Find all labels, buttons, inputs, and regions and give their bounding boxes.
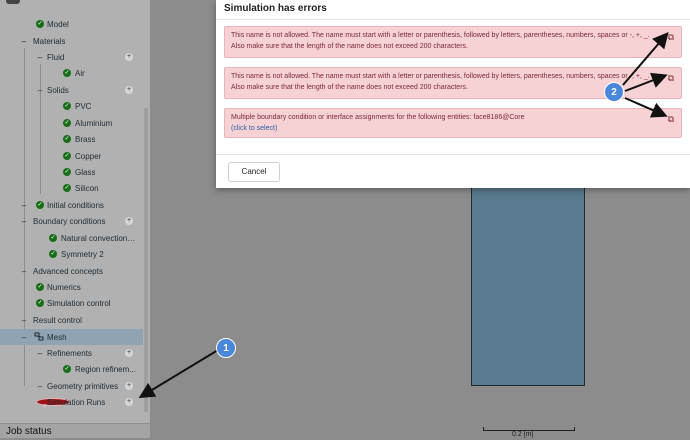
annotation-badge-2: 2 — [604, 82, 624, 102]
annotation-badge-1: 1 — [216, 338, 236, 358]
annotation-arrows — [138, 31, 669, 399]
annotation-arrow-2c — [624, 97, 668, 118]
annotation-arrow-2b — [624, 72, 668, 92]
annotation-arrow-1 — [138, 349, 219, 399]
